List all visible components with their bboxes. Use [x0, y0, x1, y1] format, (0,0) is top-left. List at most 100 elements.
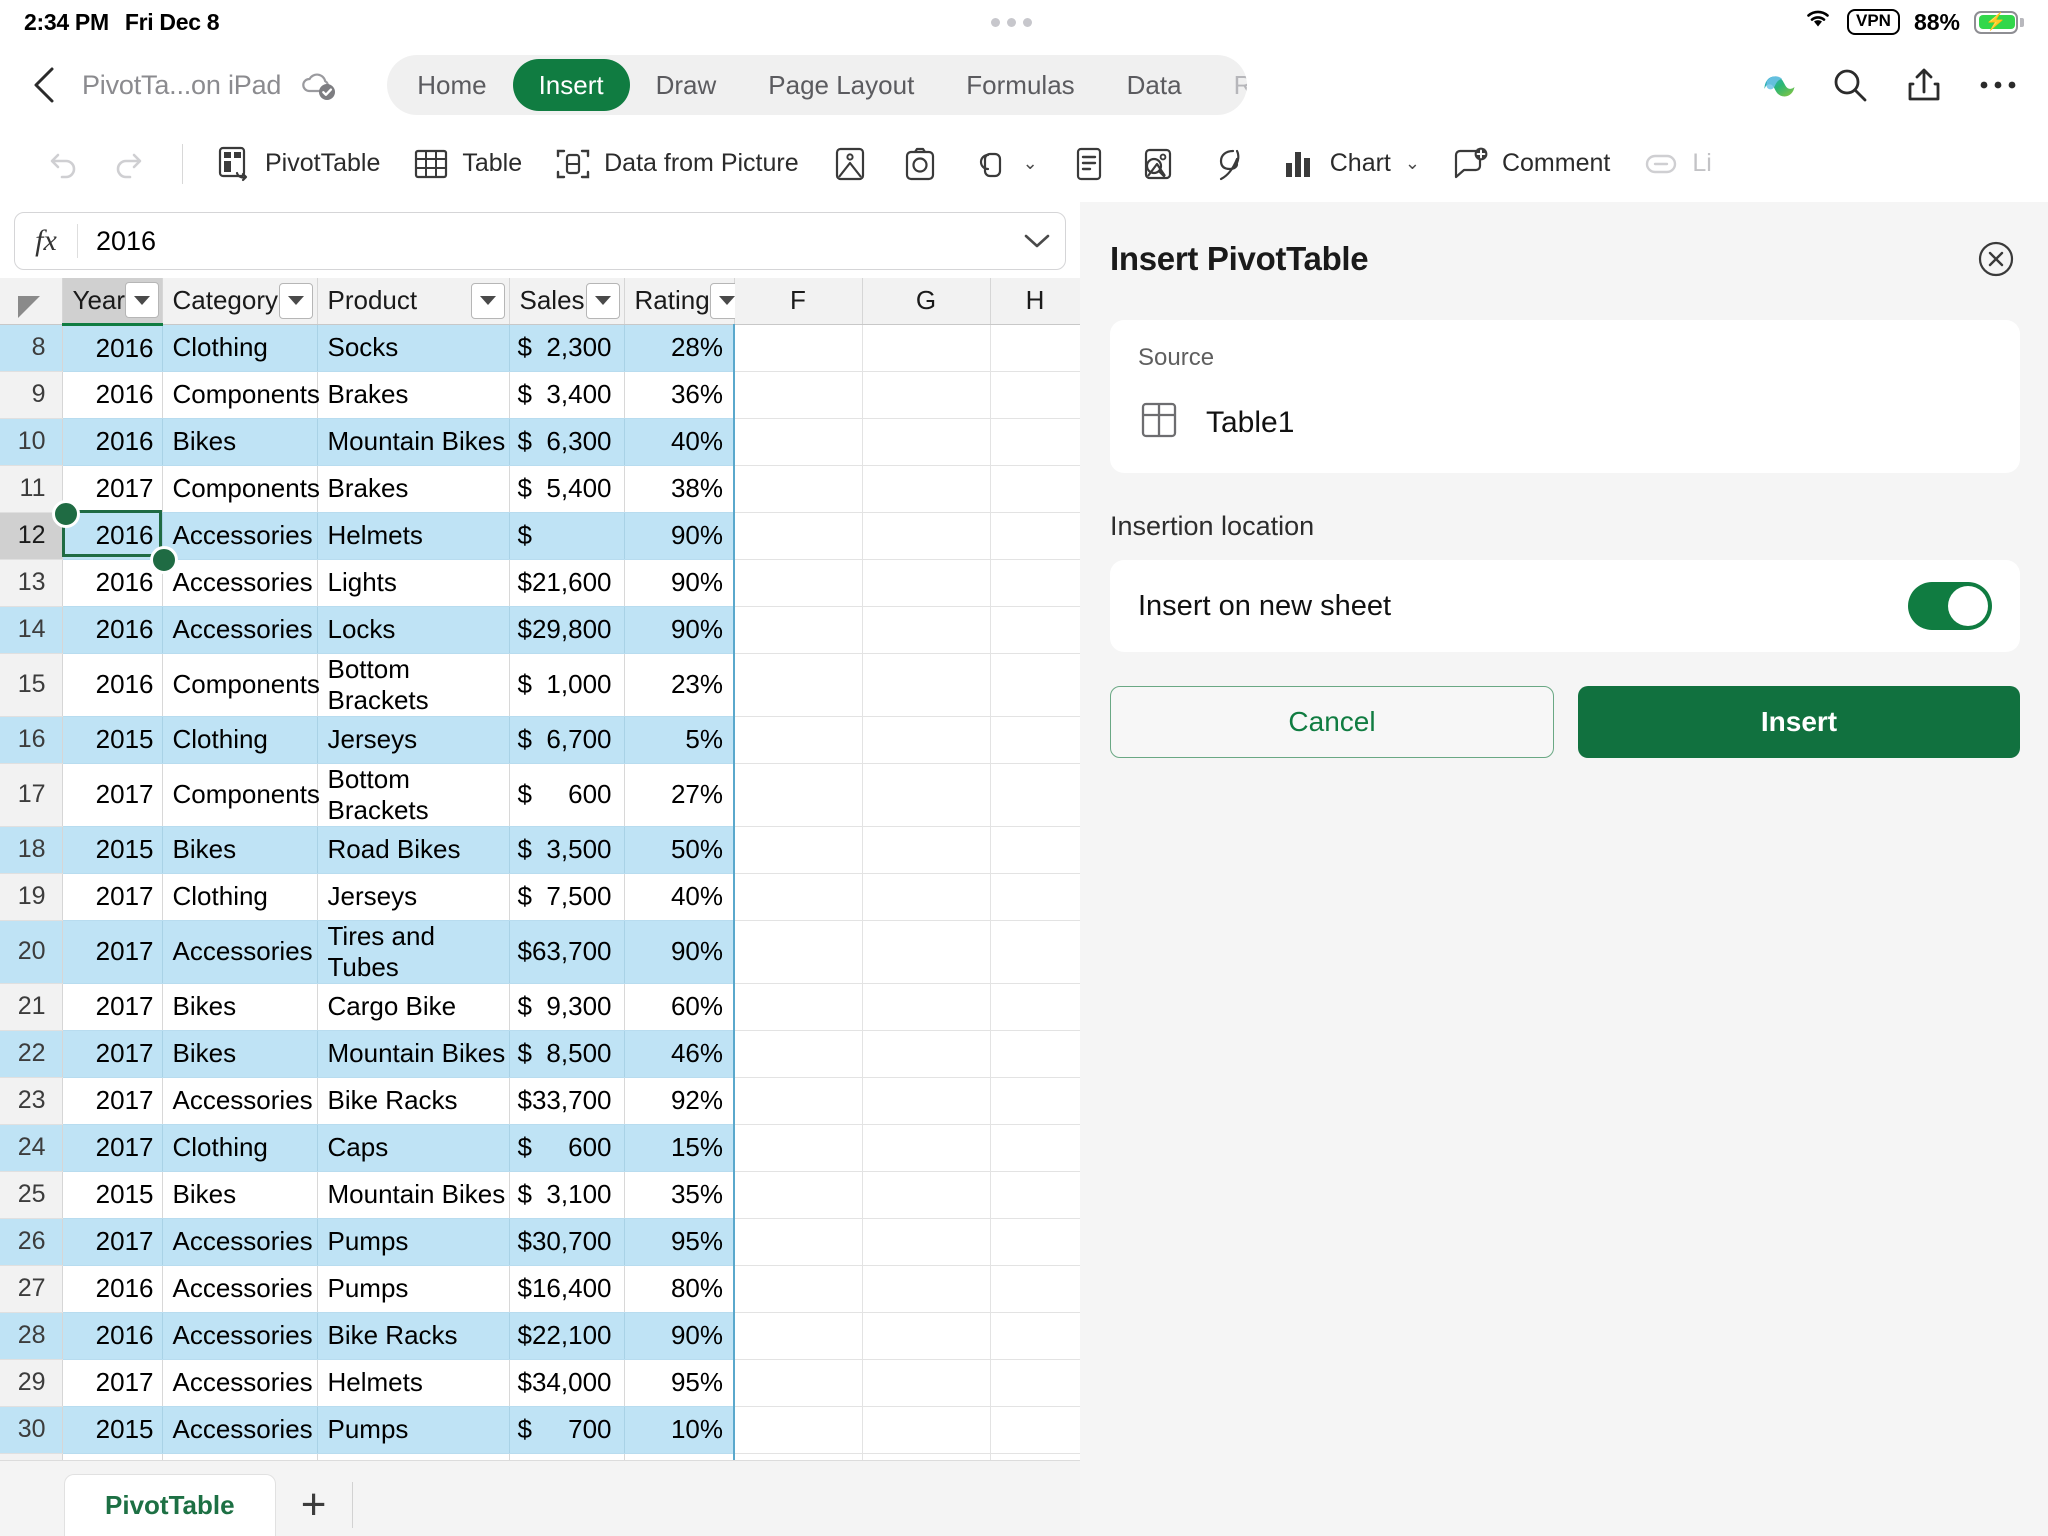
cell-f[interactable]	[734, 763, 863, 827]
cell-f[interactable]	[734, 606, 863, 654]
cell-year[interactable]: 2016	[62, 324, 163, 372]
cell-h[interactable]	[990, 826, 1080, 874]
row-header-20[interactable]: 20	[0, 920, 63, 984]
cell-g[interactable]	[862, 418, 991, 466]
cell-sales[interactable]: $1,000	[509, 653, 625, 717]
row-header-31[interactable]: 31	[0, 1453, 63, 1460]
cell-f[interactable]	[734, 1406, 863, 1454]
cell-product[interactable]: Socks	[317, 324, 510, 372]
cell-g[interactable]	[862, 371, 991, 419]
cell-h[interactable]	[990, 1171, 1080, 1219]
table-row[interactable]: 8 2016 Clothing Socks $2,300 28%	[0, 324, 1080, 372]
cell-sales[interactable]: $3,400	[509, 371, 625, 419]
table-row[interactable]: 11 2017 Components Brakes $5,400 38%	[0, 465, 1080, 513]
cell-category[interactable]: Bikes	[162, 983, 318, 1031]
cell-rating[interactable]: 90%	[624, 559, 735, 607]
cell-f[interactable]	[734, 1265, 863, 1313]
fx-icon[interactable]: fx	[15, 224, 77, 258]
icons-button[interactable]	[1194, 136, 1264, 192]
share-icon[interactable]	[1904, 65, 1944, 105]
cell-rating[interactable]: 35%	[624, 1171, 735, 1219]
row-header-16[interactable]: 16	[0, 716, 63, 764]
cell-h[interactable]	[990, 920, 1080, 984]
cell-sales[interactable]: $3,500	[509, 826, 625, 874]
cell-f[interactable]	[734, 1312, 863, 1360]
cell-g[interactable]	[862, 1171, 991, 1219]
row-header-17[interactable]: 17	[0, 763, 63, 827]
cell-sales[interactable]: $16,400	[509, 1265, 625, 1313]
cell-product[interactable]: Brakes	[317, 465, 510, 513]
pivottable-button[interactable]: PivotTable	[199, 136, 396, 192]
cell-sales[interactable]: $9,300	[509, 983, 625, 1031]
search-icon[interactable]	[1830, 65, 1870, 105]
column-header-year[interactable]: Year	[62, 278, 163, 326]
cell-product[interactable]: Caps	[317, 1124, 510, 1172]
table-row[interactable]: 29 2017 Accessories Helmets $34,000 95%	[0, 1359, 1080, 1407]
table-row[interactable]: 14 2016 Accessories Locks $29,800 90%	[0, 606, 1080, 654]
cell-year[interactable]: 2016	[62, 1265, 163, 1313]
cell-year[interactable]: 2017	[62, 1359, 163, 1407]
cell-year[interactable]: 2017	[62, 1218, 163, 1266]
cell-sales[interactable]: $600	[509, 1124, 625, 1172]
row-header-9[interactable]: 9	[0, 371, 63, 419]
cell-rating[interactable]: 30%	[624, 1453, 735, 1460]
cell-g[interactable]	[862, 1312, 991, 1360]
cell-f[interactable]	[734, 559, 863, 607]
row-header-8[interactable]: 8	[0, 324, 63, 372]
cell-year[interactable]: 2017	[62, 1030, 163, 1078]
cell-category[interactable]: Clothing	[162, 1453, 318, 1460]
cell-year[interactable]: 2016	[62, 418, 163, 466]
cell-h[interactable]	[990, 653, 1080, 717]
cell-f[interactable]	[734, 371, 863, 419]
filter-button-year[interactable]	[125, 282, 160, 319]
cell-rating[interactable]: 90%	[624, 512, 735, 560]
cell-g[interactable]	[862, 1359, 991, 1407]
cell-sales[interactable]: $30,700	[509, 1218, 625, 1266]
add-sheet-button[interactable]: +	[276, 1474, 352, 1536]
back-button[interactable]	[22, 63, 66, 107]
row-header-14[interactable]: 14	[0, 606, 63, 654]
document-title[interactable]: PivotTa...on iPad	[82, 70, 281, 101]
row-header-18[interactable]: 18	[0, 826, 63, 874]
cell-h[interactable]	[990, 763, 1080, 827]
cell-rating[interactable]: 38%	[624, 465, 735, 513]
selection-handle-top-left[interactable]	[52, 500, 80, 528]
table-row[interactable]: 26 2017 Accessories Pumps $30,700 95%	[0, 1218, 1080, 1266]
cell-g[interactable]	[862, 920, 991, 984]
cell-g[interactable]	[862, 873, 991, 921]
text-box-button[interactable]	[1054, 136, 1124, 192]
cell-product[interactable]: Jerseys	[317, 873, 510, 921]
cell-h[interactable]	[990, 324, 1080, 372]
cell-product[interactable]: Bike Racks	[317, 1077, 510, 1125]
cell-category[interactable]: Components	[162, 653, 320, 717]
cell-rating[interactable]: 40%	[624, 418, 735, 466]
column-header-product[interactable]: Product	[317, 278, 510, 325]
cell-h[interactable]	[990, 606, 1080, 654]
cell-f[interactable]	[734, 1077, 863, 1125]
cell-year[interactable]: 2016	[62, 559, 163, 607]
cell-sales[interactable]: $6,300	[509, 418, 625, 466]
cell-product[interactable]: Locks	[317, 606, 510, 654]
worksheet-grid[interactable]: Year Category Product Sales Rating F G H…	[0, 278, 1080, 1460]
cell-sales[interactable]: $7,500	[509, 873, 625, 921]
cell-category[interactable]: Accessories	[162, 1406, 318, 1454]
cell-category[interactable]: Accessories	[162, 606, 318, 654]
cell-f[interactable]	[734, 1171, 863, 1219]
cell-f[interactable]	[734, 1359, 863, 1407]
table-row[interactable]: 30 2015 Accessories Pumps $700 10%	[0, 1406, 1080, 1454]
row-header-30[interactable]: 30	[0, 1406, 63, 1454]
cell-year[interactable]: 2015	[62, 826, 163, 874]
copilot-icon[interactable]	[1754, 64, 1796, 106]
cell-sales[interactable]: $2,300	[509, 324, 625, 372]
cloud-saved-icon[interactable]	[299, 68, 339, 102]
table-row[interactable]: 28 2016 Accessories Bike Racks $22,100 90%	[0, 1312, 1080, 1360]
insert-on-new-sheet-toggle[interactable]	[1908, 582, 1992, 630]
row-header-26[interactable]: 26	[0, 1218, 63, 1266]
cell-sales[interactable]: $22,100	[509, 1312, 625, 1360]
cell-f[interactable]	[734, 1030, 863, 1078]
cell-f[interactable]	[734, 826, 863, 874]
link-button[interactable]: Li	[1626, 136, 1727, 192]
tab-page-layout[interactable]: Page Layout	[742, 59, 940, 111]
cell-year[interactable]: 2016	[62, 606, 163, 654]
cell-sales[interactable]: $63,700	[509, 920, 625, 984]
